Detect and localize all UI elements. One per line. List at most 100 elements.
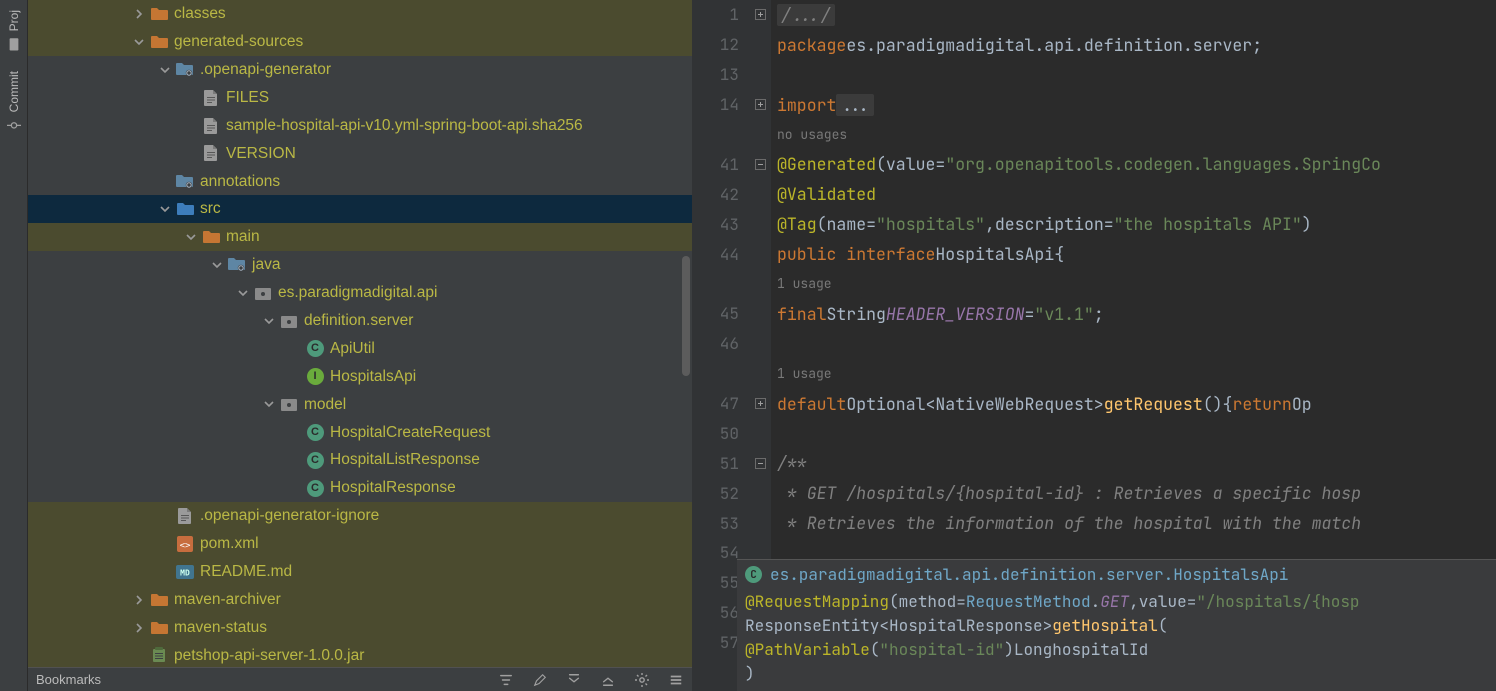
tree-row[interactable]: IHospitalsApi <box>28 363 692 391</box>
tree-row[interactable]: VERSION <box>28 139 692 167</box>
code-line[interactable]: * GET /hospitals/{hospital-id} : Retriev… <box>771 478 1496 508</box>
fold-toggle[interactable] <box>749 448 771 478</box>
code-line[interactable] <box>771 329 1496 359</box>
tree-row[interactable]: .openapi-generator <box>28 56 692 84</box>
chevron-icon[interactable] <box>210 260 224 270</box>
gutter-line-number[interactable] <box>693 120 739 150</box>
tree-label: maven-status <box>174 620 267 636</box>
filter-icon[interactable] <box>498 672 514 688</box>
code-editor[interactable]: 1121314 41424344 4546 475051525354555657 /.… <box>693 0 1496 691</box>
collapse-all-icon[interactable] <box>566 672 582 688</box>
tree-row[interactable]: CHospitalListResponse <box>28 446 692 474</box>
bookmarks-label[interactable]: Bookmarks <box>36 672 101 687</box>
code-line[interactable]: @Validated <box>771 179 1496 209</box>
tree-row[interactable]: generated-sources <box>28 28 692 56</box>
tree-row[interactable]: .openapi-generator-ignore <box>28 502 692 530</box>
chevron-icon[interactable] <box>132 9 146 19</box>
code-line[interactable]: package es.paradigmadigital.api.definiti… <box>771 30 1496 60</box>
tree-row[interactable]: CHospitalCreateRequest <box>28 418 692 446</box>
tree-row[interactable]: CHospitalResponse <box>28 474 692 502</box>
gutter-line-number[interactable] <box>693 269 739 299</box>
code-line[interactable]: no usages <box>771 120 1496 150</box>
gutter-line-number[interactable]: 55 <box>693 568 739 598</box>
fold-toggle[interactable] <box>749 0 771 30</box>
file-icon <box>176 507 194 525</box>
chevron-icon[interactable] <box>184 232 198 242</box>
gutter-line-number[interactable]: 51 <box>693 448 739 478</box>
chevron-icon[interactable] <box>262 316 276 326</box>
tree-row[interactable]: maven-status <box>28 614 692 642</box>
chevron-icon[interactable] <box>262 399 276 409</box>
gutter-line-number[interactable]: 1 <box>693 0 739 30</box>
chevron-icon[interactable] <box>132 623 146 633</box>
code-line[interactable]: /.../ <box>771 0 1496 30</box>
code-line[interactable] <box>771 418 1496 448</box>
tree-row[interactable]: CApiUtil <box>28 335 692 363</box>
fold-toggle[interactable] <box>749 90 771 120</box>
tree-row[interactable]: classes <box>28 0 692 28</box>
tree-row[interactable]: petshop-api-server-1.0.0.jar <box>28 641 692 667</box>
chevron-icon[interactable] <box>158 204 172 214</box>
fold-toggle[interactable] <box>749 389 771 419</box>
chevron-icon[interactable] <box>158 65 172 75</box>
tree-row[interactable]: FILES <box>28 84 692 112</box>
code-line[interactable]: import ... <box>771 90 1496 120</box>
gutter-line-number[interactable]: 12 <box>693 30 739 60</box>
tree-row[interactable]: maven-archiver <box>28 586 692 614</box>
gutter-line-number[interactable]: 44 <box>693 239 739 269</box>
code-line[interactable]: default Optional<NativeWebRequest> getRe… <box>771 389 1496 419</box>
gutter-line-number[interactable]: 43 <box>693 209 739 239</box>
gutter-line-number[interactable]: 13 <box>693 60 739 90</box>
chevron-icon[interactable] <box>132 595 146 605</box>
tree-label: FILES <box>226 90 269 106</box>
tree-row[interactable]: es.paradigmadigital.api <box>28 279 692 307</box>
gutter-line-number[interactable]: 57 <box>693 628 739 658</box>
code-line[interactable]: final String HEADER_VERSION = "v1.1"; <box>771 299 1496 329</box>
tree-row[interactable]: annotations <box>28 167 692 195</box>
fold-toggle <box>749 120 771 150</box>
code-line[interactable]: @Tag(name = "hospitals", description = "… <box>771 209 1496 239</box>
chevron-icon[interactable] <box>132 37 146 47</box>
gutter-line-number[interactable]: 50 <box>693 418 739 448</box>
gutter-line-number[interactable]: 56 <box>693 598 739 628</box>
tree-row[interactable]: definition.server <box>28 307 692 335</box>
commit-tool-tab[interactable]: Commit <box>7 61 21 142</box>
gear-icon[interactable] <box>634 672 650 688</box>
fold-toggle[interactable] <box>749 149 771 179</box>
gutter-line-number[interactable]: 53 <box>693 508 739 538</box>
project-tool-tab[interactable]: Proj <box>7 0 21 61</box>
gutter-line-number[interactable]: 41 <box>693 149 739 179</box>
edit-icon[interactable] <box>532 672 548 688</box>
gutter-line-number[interactable]: 52 <box>693 478 739 508</box>
gutter-line-number[interactable]: 42 <box>693 179 739 209</box>
project-tree[interactable]: classesgenerated-sources.openapi-generat… <box>28 0 692 667</box>
code-line[interactable]: @Generated(value = "org.openapitools.cod… <box>771 149 1496 179</box>
tree-label: sample-hospital-api-v10.yml-spring-boot-… <box>226 118 583 134</box>
tree-row[interactable]: sample-hospital-api-v10.yml-spring-boot-… <box>28 112 692 140</box>
code-line[interactable]: /** <box>771 448 1496 478</box>
code-line[interactable]: 1 usage <box>771 359 1496 389</box>
tree-row[interactable]: MDREADME.md <box>28 558 692 586</box>
more-icon[interactable] <box>668 672 684 688</box>
project-scrollbar[interactable] <box>682 256 690 376</box>
doc-breadcrumb[interactable]: es.paradigmadigital.api.definition.serve… <box>770 564 1288 585</box>
expand-all-icon[interactable] <box>600 672 616 688</box>
code-line[interactable]: 1 usage <box>771 269 1496 299</box>
code-line[interactable]: public interface HospitalsApi { <box>771 239 1496 269</box>
tree-row[interactable]: model <box>28 390 692 418</box>
tree-row[interactable]: main <box>28 223 692 251</box>
project-tab-label: Proj <box>7 10 21 31</box>
tree-label: maven-archiver <box>174 592 281 608</box>
gutter-line-number[interactable] <box>693 359 739 389</box>
gutter-line-number[interactable]: 14 <box>693 90 739 120</box>
tree-row[interactable]: src <box>28 195 692 223</box>
gutter-line-number[interactable]: 45 <box>693 299 739 329</box>
tree-row[interactable]: <>pom.xml <box>28 530 692 558</box>
code-line[interactable] <box>771 60 1496 90</box>
gutter-line-number[interactable]: 47 <box>693 389 739 419</box>
chevron-icon[interactable] <box>236 288 250 298</box>
code-line[interactable]: * Retrieves the information of the hospi… <box>771 508 1496 538</box>
gutter-line-number[interactable]: 54 <box>693 538 739 568</box>
tree-row[interactable]: java <box>28 251 692 279</box>
gutter-line-number[interactable]: 46 <box>693 329 739 359</box>
